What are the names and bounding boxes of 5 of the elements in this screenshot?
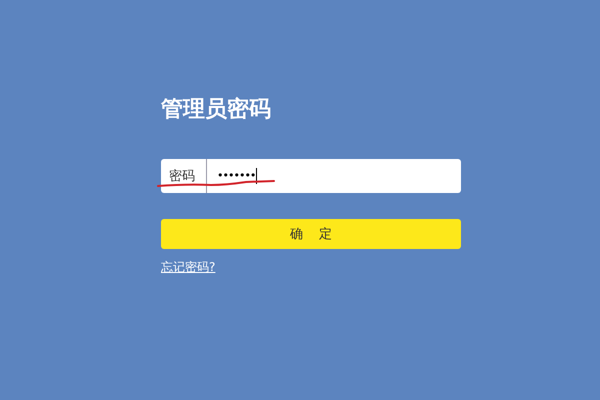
field-label: 密码 bbox=[161, 159, 207, 193]
confirm-button[interactable]: 确 定 bbox=[161, 219, 461, 249]
password-value: ••••••• bbox=[217, 168, 258, 184]
forgot-password-link[interactable]: 忘记密码? bbox=[161, 259, 216, 276]
page-title: 管理员密码 bbox=[161, 96, 272, 124]
